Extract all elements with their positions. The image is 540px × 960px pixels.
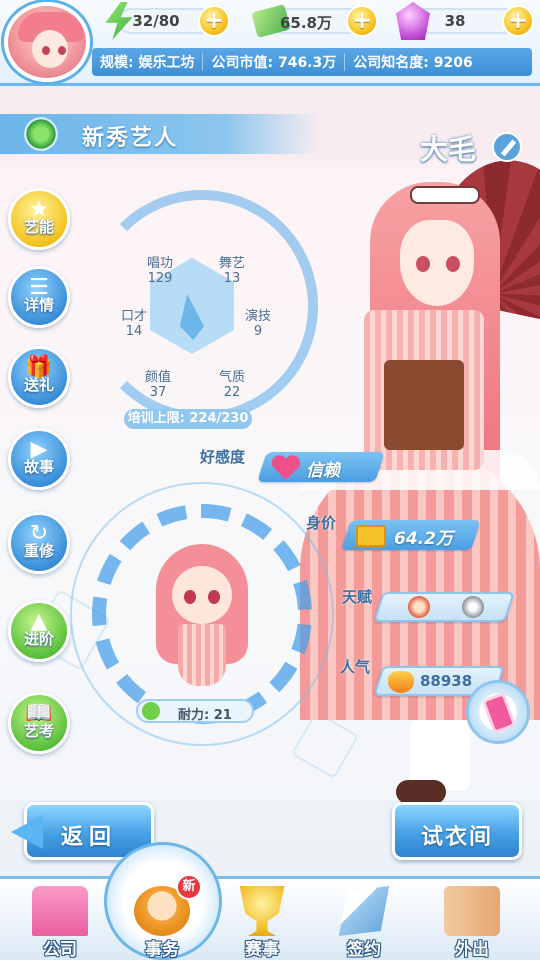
popularity-value: 88938 bbox=[420, 672, 473, 690]
retrain-label: 重修 bbox=[23, 542, 54, 560]
stat-singing: 唱功 129 bbox=[130, 252, 190, 286]
rename-pencil-icon[interactable] bbox=[492, 132, 522, 162]
gem-value: 38 bbox=[444, 12, 466, 30]
stamina-value: 耐力: 21 bbox=[178, 708, 232, 723]
nav-outing-label: 外出 bbox=[455, 940, 489, 960]
cash-value: 65.8万 bbox=[279, 14, 332, 32]
energy-value: 32/80 bbox=[132, 12, 180, 30]
building-icon bbox=[32, 886, 88, 936]
nav-contract-label: 签约 bbox=[347, 940, 381, 960]
worth-value: 64.2万 bbox=[394, 529, 453, 549]
rank-badge-icon bbox=[24, 117, 58, 151]
nav-company-label: 公司 bbox=[43, 940, 77, 960]
company-info-bar: 规模: 娱乐工坊 公司市值: 746.3万 公司知名度: 9206 bbox=[92, 48, 532, 76]
trophy-icon bbox=[239, 886, 285, 936]
nav-contract[interactable]: 签约 bbox=[324, 882, 404, 960]
stat-value: 22 bbox=[223, 385, 241, 400]
nav-company[interactable]: 公司 bbox=[20, 882, 100, 960]
stat-value: 13 bbox=[223, 271, 241, 286]
portrait-eye bbox=[446, 256, 460, 272]
smile-icon bbox=[142, 702, 160, 720]
nav-contest[interactable]: 赛事 bbox=[222, 882, 302, 960]
advance-label: 进阶 bbox=[23, 630, 54, 648]
fitting-room-button[interactable]: 试衣间 bbox=[392, 802, 522, 860]
phone-button[interactable] bbox=[466, 680, 530, 744]
door-icon bbox=[444, 886, 500, 936]
contract-icon bbox=[338, 886, 390, 936]
gift-label: 送礼 bbox=[23, 376, 54, 394]
stat-value: 14 bbox=[125, 324, 143, 339]
stat-dance: 舞艺 13 bbox=[202, 252, 262, 286]
portrait-eye bbox=[416, 256, 430, 272]
nav-contest-label: 赛事 bbox=[245, 940, 279, 960]
retrain-button[interactable]: ↻ 重修 bbox=[8, 512, 70, 574]
new-badge: 新 bbox=[176, 874, 202, 900]
energy-counter: 32/80 + bbox=[105, 2, 230, 40]
portrait-shoe bbox=[396, 780, 446, 804]
gem-counter: 38 + bbox=[396, 2, 534, 40]
fitting-room-label: 试衣间 bbox=[420, 825, 493, 850]
player-avatar[interactable] bbox=[4, 2, 90, 82]
talent-gear-icon[interactable] bbox=[462, 596, 484, 618]
stat-label: 颜值 bbox=[144, 370, 171, 385]
avatar-eye bbox=[58, 46, 66, 55]
cash-counter: 65.8万 + bbox=[251, 4, 378, 38]
worth-label: 身价 bbox=[306, 514, 337, 532]
stat-temperament: 气质 22 bbox=[202, 366, 262, 400]
artist-name: 大毛 bbox=[420, 133, 477, 166]
chibi-eye bbox=[184, 590, 196, 604]
training-cap: 培训上限: 224/230 bbox=[124, 409, 252, 429]
popularity-label: 人气 bbox=[340, 658, 371, 676]
stat-label: 唱功 bbox=[146, 256, 173, 271]
stat-label: 舞艺 bbox=[218, 256, 245, 271]
chibi-dress bbox=[178, 624, 226, 686]
story-button[interactable]: ▶ 故事 bbox=[8, 428, 70, 490]
portrait-headband bbox=[410, 186, 480, 204]
artist-category: 新秀艺人 bbox=[82, 126, 179, 151]
favor-value: 信赖 bbox=[306, 461, 340, 481]
ticket-icon bbox=[356, 525, 386, 547]
talent-fire-icon[interactable] bbox=[408, 596, 430, 618]
chibi-eye bbox=[208, 590, 220, 604]
heart-icon bbox=[272, 456, 300, 482]
skill-label: 艺能 bbox=[23, 218, 54, 236]
back-label: 返回 bbox=[60, 825, 117, 850]
stat-value: 37 bbox=[149, 385, 167, 400]
avatar-eye bbox=[42, 46, 50, 55]
stat-eloquence: 口才 14 bbox=[104, 305, 164, 339]
stamina-bar: 耐力: 21 bbox=[136, 699, 254, 723]
company-market-value: 公司市值: 746.3万 bbox=[211, 55, 337, 71]
stat-looks: 颜值 37 bbox=[128, 366, 188, 400]
gift-button[interactable]: 🎁 送礼 bbox=[8, 346, 70, 408]
details-button[interactable]: ☰ 详情 bbox=[8, 266, 70, 328]
add-energy-button[interactable]: + bbox=[198, 5, 230, 37]
company-fame: 公司知名度: 9206 bbox=[353, 55, 473, 71]
phone-icon bbox=[481, 691, 517, 735]
stat-acting: 演技 9 bbox=[228, 305, 288, 339]
nav-outing[interactable]: 外出 bbox=[432, 882, 512, 960]
stat-value: 9 bbox=[253, 324, 263, 339]
add-cash-button[interactable]: + bbox=[346, 5, 378, 37]
details-label: 详情 bbox=[23, 296, 54, 314]
stat-label: 气质 bbox=[218, 370, 245, 385]
popularity-hand-icon bbox=[388, 671, 414, 693]
talent-label: 天赋 bbox=[342, 588, 373, 606]
advance-button[interactable]: ▲ 进阶 bbox=[8, 600, 70, 662]
chibi-face bbox=[172, 566, 232, 624]
add-gem-button[interactable]: + bbox=[502, 5, 534, 37]
story-label: 故事 bbox=[23, 458, 54, 476]
company-scale: 规模: 娱乐工坊 bbox=[100, 55, 195, 71]
talent-pill bbox=[373, 592, 515, 622]
nav-affairs-label: 事务 bbox=[145, 940, 179, 960]
exam-label: 艺考 bbox=[23, 722, 54, 740]
chibi-character bbox=[150, 540, 254, 690]
skill-button[interactable]: ★ 艺能 bbox=[8, 188, 70, 250]
stat-value: 129 bbox=[147, 271, 173, 286]
portrait-corset bbox=[384, 360, 464, 450]
exam-button[interactable]: 📖 艺考 bbox=[8, 692, 70, 754]
stat-label: 演技 bbox=[244, 309, 271, 324]
stat-label: 口才 bbox=[120, 309, 147, 324]
portrait-face bbox=[400, 220, 474, 306]
favor-label: 好感度 bbox=[200, 448, 246, 466]
